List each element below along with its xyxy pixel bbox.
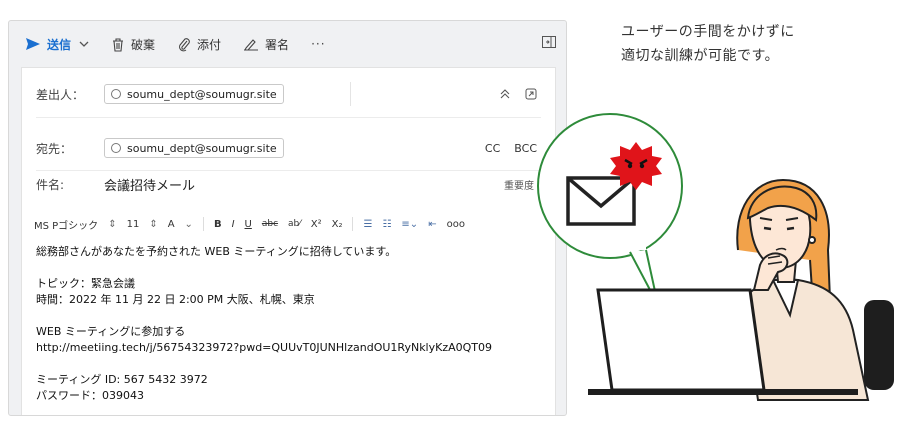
highlight-icon[interactable]: ab⁄ [288,219,301,229]
compose-toolbar: 送信 破棄 添付 署名 ··· [9,21,566,67]
underline-button[interactable]: U [245,219,252,230]
bullet-list-icon[interactable]: ☰ [363,219,372,230]
divider [352,217,354,231]
stepper-icon[interactable]: ⇕ [149,219,157,230]
chevron-down-icon [79,41,89,47]
align-icon[interactable]: ≡⌄ [401,219,418,230]
caption: ユーザーの手間をかけずに 適切な訓練が可能です。 [621,20,795,68]
panel-icon [542,36,556,48]
attach-label: 添付 [197,37,222,52]
discard-label: 破棄 [131,37,156,52]
indent-icon[interactable]: ⇤ [428,219,436,230]
subject-row: 件名: 会議招待メール 重要度 [22,166,555,202]
from-actions [499,88,537,100]
pen-icon [244,39,259,51]
pop-out-button[interactable] [542,36,556,51]
stepper-icon[interactable]: ⇕ [108,219,116,230]
subject-input[interactable]: 会議招待メール [104,175,195,194]
email-compose-window: 送信 破棄 添付 署名 ··· 差出人： soumu_dept@soumugr.… [8,20,567,416]
send-button[interactable]: 送信 [25,36,71,53]
italic-button[interactable]: I [232,219,235,230]
send-options-button[interactable] [79,40,95,48]
from-address: soumu_dept@soumugr.site [127,87,277,101]
meeting-link[interactable]: http://meetiing.tech/j/56754323972?pwd=Q… [36,340,545,356]
divider [202,217,204,231]
paperclip-icon [179,37,190,51]
format-toolbar: MS Pゴシック ⇕ 11 ⇕ A ⌄ B I U abc ab⁄ X² X₂ … [22,211,555,237]
divider [36,117,541,118]
more-format-button[interactable]: ooo [447,219,465,230]
avatar-icon [111,89,121,99]
body-line: トピック：緊急会議 [36,277,135,290]
font-size-select[interactable]: 11 [127,219,140,230]
to-address-chip[interactable]: soumu_dept@soumugr.site [104,138,284,158]
subject-label: 件名: [36,177,65,192]
subscript-button[interactable]: X₂ [332,219,343,230]
strikethrough-button[interactable]: abc [262,219,278,229]
compose-form: 差出人： soumu_dept@soumugr.site 宛先： soumu_d… [21,67,556,415]
discard-button[interactable]: 破棄 [111,36,155,53]
body-line: ミーティング ID: 567 5432 3972 [36,373,208,386]
more-options-button[interactable]: ··· [311,37,325,51]
send-icon [26,38,40,50]
body-line: WEB ミーティングに参加する [36,325,186,338]
more-label: ··· [311,37,326,51]
body-line: 総務部さんがあなたを予約された WEB ミーティングに招待しています。 [36,245,397,258]
message-body[interactable]: 総務部さんがあなたを予約された WEB ミーティングに招待しています。 トピック… [36,244,545,404]
divider [350,82,351,106]
signature-button[interactable]: 署名 [243,36,289,53]
open-window-icon[interactable] [525,88,537,100]
signature-label: 署名 [265,37,290,52]
chevron-down-icon[interactable]: ⌄ [185,219,193,230]
to-address: soumu_dept@soumugr.site [127,141,277,155]
bold-button[interactable]: B [214,219,222,230]
trash-icon [113,37,124,52]
from-row: 差出人： soumu_dept@soumugr.site [22,76,555,112]
font-family-select[interactable]: MS Pゴシック [34,217,98,232]
envelope-icon [566,176,636,226]
attach-button[interactable]: 添付 [177,36,221,53]
from-address-chip[interactable]: soumu_dept@soumugr.site [104,84,284,104]
chair [864,300,894,390]
superscript-button[interactable]: X² [311,219,322,230]
chevron-up-double-icon[interactable] [499,88,511,100]
font-color-button[interactable]: A [168,219,175,230]
send-label: 送信 [47,37,72,52]
numbered-list-icon[interactable]: ☷ [382,219,391,230]
body-line: パスワード：039043 [36,389,144,402]
from-label: 差出人： [36,87,85,102]
avatar-icon [111,143,121,153]
caption-line: 適切な訓練が可能です。 [621,48,780,64]
worried-user-illustration [537,113,894,401]
caption-line: ユーザーの手間をかけずに [621,24,795,40]
cc-button[interactable]: CC [485,142,500,155]
body-line: 時間：2022 年 11 月 22 日 2:00 PM 大阪、札幌、東京 [36,293,315,306]
to-label: 宛先： [36,141,73,156]
to-row: 宛先： soumu_dept@soumugr.site CC BCC [22,130,555,166]
